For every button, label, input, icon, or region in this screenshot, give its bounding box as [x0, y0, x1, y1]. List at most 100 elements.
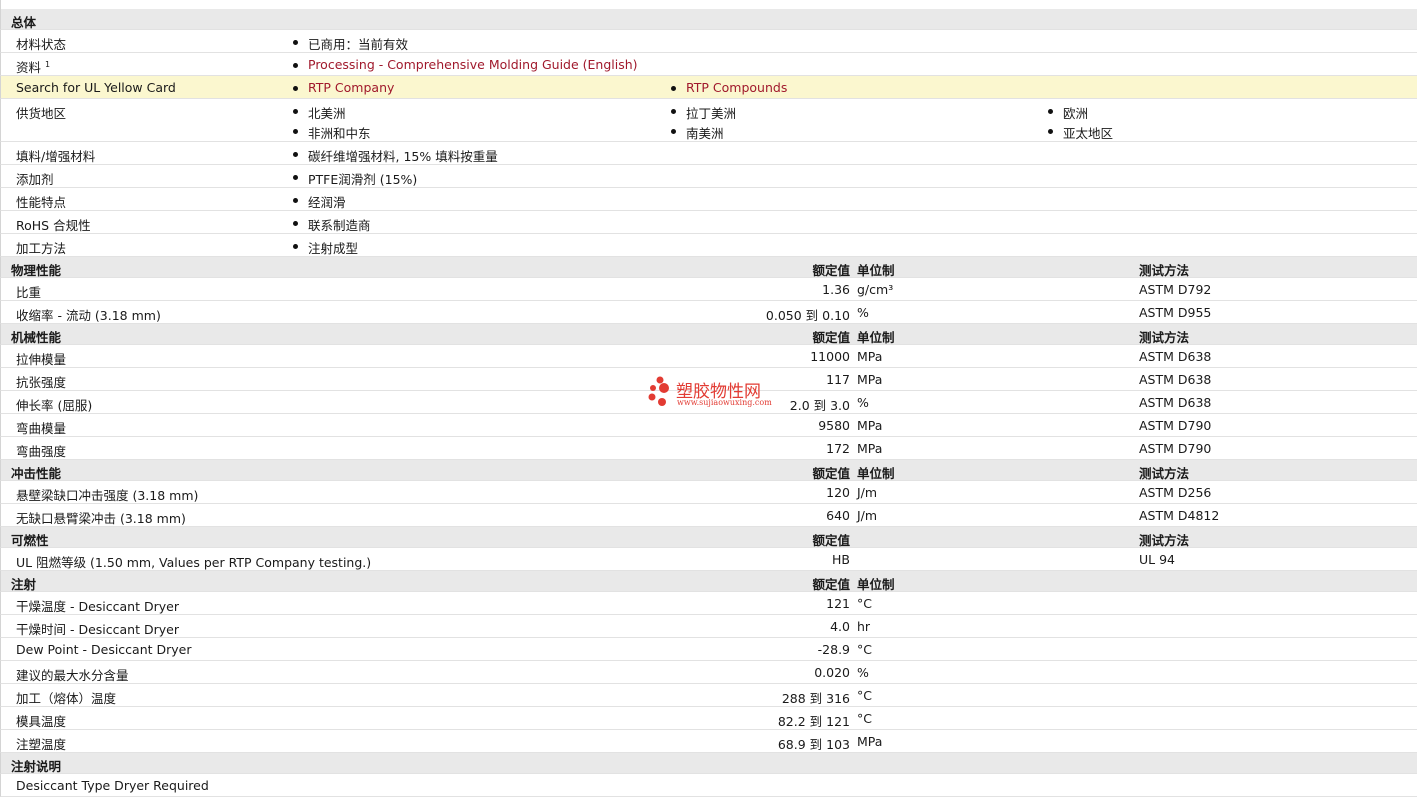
row-unit: MPa: [857, 349, 883, 364]
header-test-method: 测试方法: [1139, 263, 1190, 278]
rtp-company-link[interactable]: RTP Company: [292, 80, 394, 95]
section-title: 注射: [11, 577, 37, 592]
section-impact-header: 冲击性能 额定值 单位制 测试方法: [0, 460, 1417, 481]
header-test-method: 测试方法: [1139, 533, 1190, 548]
section-title: 冲击性能: [11, 466, 62, 481]
row-test-method: ASTM D790: [1139, 418, 1212, 433]
region-item: 欧洲: [1047, 103, 1088, 122]
top-spacer: [0, 0, 1417, 9]
header-test-method: 测试方法: [1139, 466, 1190, 481]
region-item: 拉丁美洲: [670, 103, 736, 122]
rtp-compounds-link[interactable]: RTP Compounds: [670, 80, 787, 95]
row-unit: %: [857, 305, 869, 320]
header-unit: 单位制: [857, 263, 895, 278]
table-row: 干燥温度 - Desiccant Dryer 121 °C: [0, 592, 1417, 615]
row-value: 11000: [810, 349, 850, 364]
notes-row: Desiccant Type Dryer Required: [0, 774, 1417, 797]
row-test-method: ASTM D792: [1139, 282, 1212, 297]
row-test-method: ASTM D4812: [1139, 508, 1220, 523]
table-row: Dew Point - Desiccant Dryer -28.9 °C: [0, 638, 1417, 661]
row-filler: 填料/增强材料 碳纤维增强材料, 15% 填料按重量: [0, 142, 1417, 165]
header-unit: 单位制: [857, 466, 895, 481]
row-material-status: 材料状态 已商用：当前有效: [0, 30, 1417, 53]
region-item: 非洲和中东: [293, 123, 371, 142]
row-unit: °C: [857, 642, 872, 657]
row-value: -28.9: [817, 642, 850, 657]
row-unit: °C: [857, 711, 872, 726]
row-label: 材料状态: [16, 37, 67, 52]
table-row: 悬壁梁缺口冲击强度 (3.18 mm) 120 J/m ASTM D256: [0, 481, 1417, 504]
row-test-method: ASTM D638: [1139, 372, 1212, 387]
section-title: 可燃性: [11, 533, 49, 548]
row-label: 收缩率 - 流动 (3.18 mm): [16, 308, 161, 323]
row-label: Search for UL Yellow Card: [16, 80, 176, 95]
table-row: 弯曲模量 9580 MPa ASTM D790: [0, 414, 1417, 437]
row-label: 悬壁梁缺口冲击强度 (3.18 mm): [16, 488, 199, 503]
table-row: 加工（熔体）温度 288 到 316 °C: [0, 684, 1417, 707]
row-value: 0.050 到 0.10: [765, 308, 850, 323]
row-label: 弯曲强度: [16, 444, 67, 459]
row-unit: hr: [857, 619, 871, 634]
row-regions: 供货地区 北美洲 拉丁美洲 欧洲 非洲和中东 南美洲 亚太地区: [0, 99, 1417, 142]
row-value: 117: [826, 372, 850, 387]
row-value: 68.9 到 103: [777, 737, 850, 752]
row-label: 加工方法: [16, 241, 67, 256]
row-value: 172: [826, 441, 850, 456]
header-test-method: 测试方法: [1139, 330, 1190, 345]
watermark-url: www.sujiaowuxing.com: [677, 398, 772, 407]
row-label: 干燥温度 - Desiccant Dryer: [16, 599, 179, 614]
table-row: 比重 1.36 g/cm³ ASTM D792: [0, 278, 1417, 301]
row-unit: g/cm³: [857, 282, 894, 297]
row-value: PTFE润滑剂 (15%): [292, 169, 417, 188]
info-label-text: 资料: [16, 60, 42, 75]
row-label: 拉伸模量: [16, 352, 67, 367]
header-unit: 单位制: [857, 577, 895, 592]
row-unit: J/m: [857, 508, 878, 523]
row-test-method: ASTM D955: [1139, 305, 1212, 320]
row-label: 抗张强度: [16, 375, 67, 390]
table-row: 建议的最大水分含量 0.020 %: [0, 661, 1417, 684]
watermark: 塑胶物性网 www.sujiaowuxing.com: [646, 376, 776, 410]
row-label: 伸长率 (屈服): [16, 398, 93, 413]
header-value: 额定值: [812, 533, 850, 548]
row-value: 2.0 到 3.0: [789, 398, 850, 413]
row-rohs: RoHS 合规性 联系制造商: [0, 211, 1417, 234]
row-ul-yellow-card: Search for UL Yellow Card RTP Company RT…: [0, 76, 1417, 99]
row-label: UL 阻燃等级 (1.50 mm, Values per RTP Company…: [16, 555, 372, 570]
notes-text: Desiccant Type Dryer Required: [16, 778, 209, 793]
row-unit: MPa: [857, 734, 883, 749]
row-value: 联系制造商: [293, 215, 371, 234]
row-processing: 加工方法 注射成型: [0, 234, 1417, 257]
row-label: 填料/增强材料: [16, 149, 96, 164]
section-title: 机械性能: [11, 330, 62, 345]
header-value: 额定值: [812, 577, 850, 592]
row-unit: J/m: [857, 485, 878, 500]
row-value: 82.2 到 121: [777, 714, 850, 729]
row-label: 加工（熔体）温度: [16, 691, 117, 706]
row-unit: MPa: [857, 441, 883, 456]
row-label: 性能特点: [16, 195, 67, 210]
row-label: RoHS 合规性: [16, 218, 91, 233]
table-row: 弯曲强度 172 MPa ASTM D790: [0, 437, 1417, 460]
row-label: 资料 1: [16, 57, 50, 76]
row-label: Dew Point - Desiccant Dryer: [16, 642, 192, 657]
header-value: 额定值: [812, 263, 850, 278]
table-row: 干燥时间 - Desiccant Dryer 4.0 hr: [0, 615, 1417, 638]
row-unit: °C: [857, 688, 872, 703]
section-physical-header: 物理性能 额定值 单位制 测试方法: [0, 257, 1417, 278]
section-title: 物理性能: [11, 263, 62, 278]
table-row: 拉伸模量 11000 MPa ASTM D638: [0, 345, 1417, 368]
row-test-method: ASTM D790: [1139, 441, 1212, 456]
row-label: 弯曲模量: [16, 421, 67, 436]
region-item: 北美洲: [293, 103, 346, 122]
header-value: 额定值: [812, 330, 850, 345]
region-item: 南美洲: [671, 123, 724, 142]
row-unit: %: [857, 395, 869, 410]
row-label: 干燥时间 - Desiccant Dryer: [16, 622, 179, 637]
section-mechanical-header: 机械性能 额定值 单位制 测试方法: [0, 324, 1417, 345]
row-value: 注射成型: [292, 238, 358, 257]
row-unit: MPa: [857, 418, 883, 433]
molding-guide-link[interactable]: Processing - Comprehensive Molding Guide…: [293, 57, 638, 72]
row-test-method: ASTM D638: [1139, 349, 1212, 364]
row-test-method: ASTM D256: [1139, 485, 1212, 500]
